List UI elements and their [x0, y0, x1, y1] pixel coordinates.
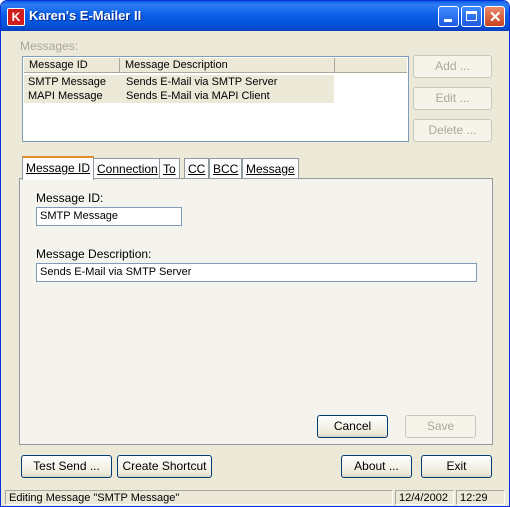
message-id-field[interactable]: SMTP Message: [36, 207, 182, 226]
list-item-description: Sends E-Mail via SMTP Server: [126, 76, 278, 88]
minimize-button[interactable]: [438, 6, 459, 27]
message-description-label: Message Description:: [36, 247, 152, 261]
column-header-filler: [335, 58, 407, 73]
status-date: 12/4/2002: [395, 490, 454, 505]
app-icon[interactable]: K: [7, 8, 25, 26]
status-text: Editing Message "SMTP Message": [5, 490, 393, 505]
delete-button[interactable]: Delete ...: [413, 119, 492, 142]
title-bar[interactable]: K Karen's E-Mailer II ✕: [1, 1, 509, 31]
list-item-id: SMTP Message: [28, 76, 107, 88]
tab-panel: Message ID: SMTP Message Message Descrip…: [19, 178, 493, 445]
message-id-label: Message ID:: [36, 191, 104, 205]
test-send-button[interactable]: Test Send ...: [21, 455, 112, 478]
exit-button[interactable]: Exit: [421, 455, 492, 478]
close-button[interactable]: ✕: [484, 6, 505, 27]
maximize-icon: [466, 11, 477, 21]
list-item[interactable]: SMTP Message Sends E-Mail via SMTP Serve…: [24, 75, 334, 89]
main-window: K Karen's E-Mailer II ✕ Messages: Messag…: [0, 0, 510, 507]
add-button[interactable]: Add ...: [413, 55, 492, 78]
minimize-icon: [444, 19, 452, 22]
list-item-description: Sends E-Mail via MAPI Client: [126, 90, 270, 102]
column-header-description[interactable]: Message Description: [120, 58, 335, 73]
message-description-field[interactable]: Sends E-Mail via SMTP Server: [36, 263, 477, 282]
status-bar: Editing Message "SMTP Message" 12/4/2002…: [5, 489, 505, 505]
tab-cc[interactable]: CC: [184, 158, 210, 179]
tab-message[interactable]: Message: [242, 158, 299, 179]
tab-to[interactable]: To: [159, 158, 180, 179]
client-area: Messages: Message ID Message Description…: [5, 31, 505, 505]
list-item-id: MAPI Message: [28, 90, 103, 102]
tab-bcc[interactable]: BCC: [209, 158, 243, 179]
tab-connection[interactable]: Connection: [93, 158, 162, 179]
list-item[interactable]: MAPI Message Sends E-Mail via MAPI Clien…: [24, 89, 334, 103]
cancel-button[interactable]: Cancel: [317, 415, 388, 438]
messages-list[interactable]: Message ID Message Description SMTP Mess…: [22, 56, 409, 142]
create-shortcut-button[interactable]: Create Shortcut: [117, 455, 212, 478]
window-title: Karen's E-Mailer II: [29, 8, 142, 23]
maximize-button[interactable]: [461, 6, 482, 27]
close-icon: ✕: [489, 9, 502, 26]
column-header-id[interactable]: Message ID: [24, 58, 120, 73]
save-button[interactable]: Save: [405, 415, 476, 438]
messages-label: Messages:: [20, 39, 79, 53]
edit-button[interactable]: Edit ...: [413, 87, 492, 110]
about-button[interactable]: About ...: [341, 455, 412, 478]
status-time: 12:29 AM: [456, 490, 505, 505]
tab-message-id[interactable]: Message ID: [22, 156, 95, 180]
